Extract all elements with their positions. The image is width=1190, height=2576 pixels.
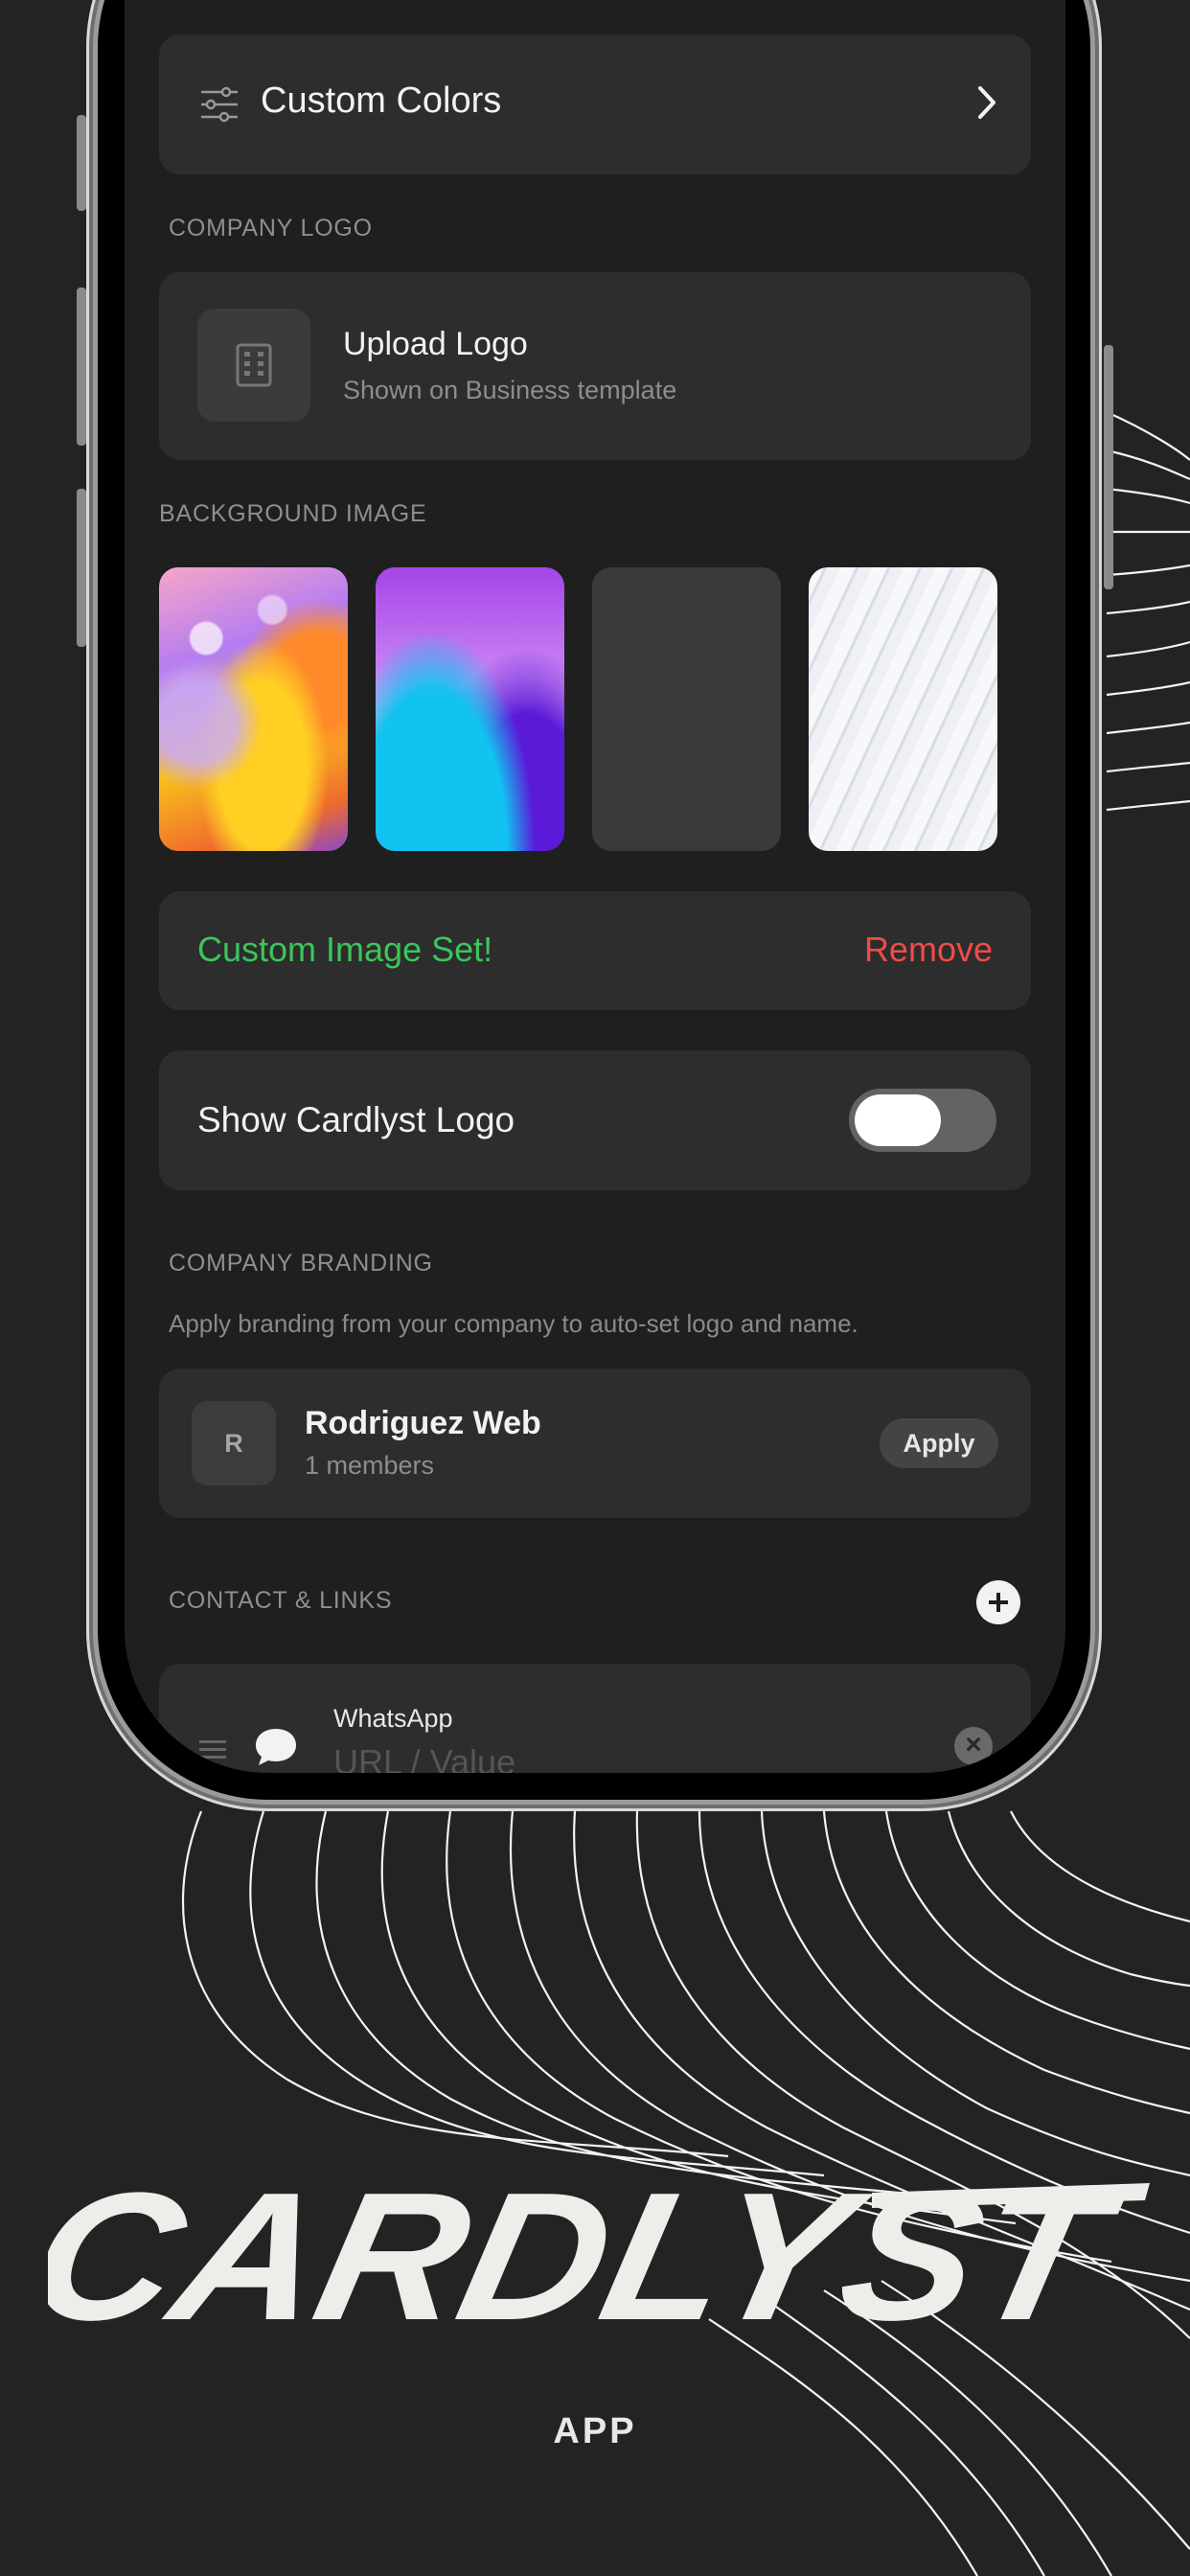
contact-value-input[interactable]: URL / Value bbox=[333, 1742, 515, 1773]
phone-side-button bbox=[77, 288, 86, 446]
company-logo-section-label: COMPANY LOGO bbox=[169, 215, 373, 242]
background-image-section-label: BACKGROUND IMAGE bbox=[159, 500, 427, 527]
wordmark-text: CARDLYST bbox=[48, 2154, 1135, 2358]
upload-logo-subtitle: Shown on Business template bbox=[343, 376, 677, 404]
background-option-bubbles[interactable] bbox=[159, 567, 348, 851]
app-screen: Custom Colors COMPANY LOGO Upload Logo S… bbox=[125, 0, 1065, 1773]
company-branding-section-label: COMPANY BRANDING bbox=[169, 1250, 433, 1276]
show-logo-toggle[interactable] bbox=[849, 1089, 996, 1152]
company-avatar: R bbox=[192, 1401, 276, 1485]
drag-handle-icon[interactable] bbox=[199, 1740, 226, 1763]
custom-colors-label: Custom Colors bbox=[261, 80, 502, 121]
chevron-right-icon bbox=[978, 86, 995, 119]
phone-side-button bbox=[77, 115, 86, 211]
add-contact-button[interactable] bbox=[976, 1580, 1020, 1624]
sliders-icon bbox=[201, 86, 238, 123]
contact-links-section-label: CONTACT & LINKS bbox=[169, 1587, 393, 1614]
building-icon bbox=[236, 343, 272, 387]
show-logo-label: Show Cardlyst Logo bbox=[197, 1100, 515, 1139]
remove-image-button[interactable]: Remove bbox=[864, 930, 993, 970]
apply-branding-button[interactable]: Apply bbox=[880, 1418, 998, 1468]
app-subtitle: APP bbox=[553, 2411, 637, 2451]
custom-image-status-row: Custom Image Set! Remove bbox=[159, 891, 1031, 1010]
company-row: R Rodriguez Web 1 members Apply bbox=[159, 1368, 1031, 1518]
cardlyst-wordmark: CARDLYST bbox=[48, 2154, 1150, 2358]
company-members: 1 members bbox=[305, 1451, 435, 1480]
custom-image-set-text: Custom Image Set! bbox=[197, 930, 493, 969]
phone-side-button bbox=[1104, 345, 1113, 589]
logo-placeholder bbox=[197, 309, 310, 422]
phone-side-button bbox=[77, 489, 86, 647]
toggle-knob bbox=[855, 1094, 941, 1146]
company-branding-description: Apply branding from your company to auto… bbox=[169, 1309, 858, 1338]
background-option-none[interactable] bbox=[592, 567, 781, 851]
chat-bubble-icon bbox=[256, 1729, 296, 1765]
background-option-white-waves[interactable] bbox=[809, 567, 997, 851]
upload-logo-row[interactable]: Upload Logo Shown on Business template bbox=[159, 272, 1031, 460]
contact-item-whatsapp: WhatsApp URL / Value × bbox=[159, 1664, 1031, 1773]
show-logo-row: Show Cardlyst Logo bbox=[159, 1050, 1031, 1190]
remove-contact-icon[interactable]: × bbox=[954, 1727, 993, 1765]
custom-colors-row[interactable]: Custom Colors bbox=[159, 34, 1031, 174]
contact-type-label: WhatsApp bbox=[333, 1704, 453, 1733]
upload-logo-title: Upload Logo bbox=[343, 326, 528, 362]
company-name: Rodriguez Web bbox=[305, 1405, 541, 1441]
background-option-purple-waves[interactable] bbox=[376, 567, 564, 851]
